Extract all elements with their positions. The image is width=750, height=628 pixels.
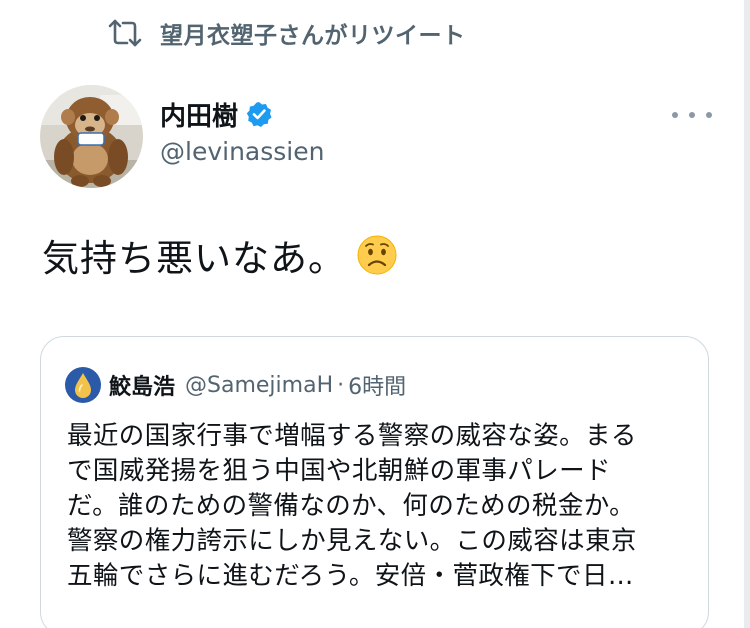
quoted-text-line: だ。誰のための警備なのか、何のための税金か。	[67, 491, 636, 521]
quoted-text-line: 最近の国家行事で増幅する警察の威容な姿。まる	[67, 421, 637, 451]
tweet-body: 気持ち悪いなあ。	[42, 237, 346, 280]
water-drop-avatar[interactable]	[65, 367, 101, 403]
author-name-row[interactable]: 内田樹	[160, 96, 272, 132]
quoted-text-line: 五輪でさらに進むだろう。安倍・菅政権下で日…	[67, 561, 634, 591]
quoted-text-line: 警察の権力誇示にしか見えない。この威容は東京	[67, 526, 637, 556]
quoted-separator: ·	[337, 372, 345, 398]
quoted-timestamp[interactable]: 6時間	[348, 369, 406, 401]
retweet-icon	[108, 18, 142, 48]
author-name[interactable]: 内田樹	[160, 96, 238, 133]
quoted-text-line: で国威発揚を狙う中国や北朝鮮の軍事パレード	[67, 456, 611, 486]
verified-badge-icon	[246, 101, 272, 127]
quoted-tweet-card[interactable]: 鮫島浩 @SamejimaH · 6時間 最近の国家行事で増幅する警察の威容な姿…	[40, 336, 709, 628]
quoted-author-name: 鮫島浩	[109, 375, 176, 400]
retweet-label: 望月衣塑子さんがリツイート	[160, 23, 466, 49]
worried-face-emoji-icon	[356, 234, 398, 276]
more-dot	[706, 112, 712, 118]
scroll-edge	[744, 0, 750, 628]
more-dot	[689, 112, 695, 118]
tweet-text: 気持ち悪いなあ。	[42, 230, 398, 280]
quoted-tweet-text: 最近の国家行事で増幅する警察の威容な姿。まる で国威発揚を狙う中国や北朝鮮の軍事…	[67, 419, 697, 594]
more-dot	[672, 112, 678, 118]
retweet-context[interactable]: 望月衣塑子さんがリツイート	[108, 16, 466, 50]
author-avatar[interactable]	[40, 85, 143, 188]
quoted-author-handle: @SamejimaH	[185, 372, 334, 398]
author-handle[interactable]: @levinassien	[160, 137, 324, 166]
more-options-icon[interactable]	[672, 100, 712, 130]
quoted-tweet-header: 鮫島浩 @SamejimaH · 6時間	[65, 367, 406, 403]
